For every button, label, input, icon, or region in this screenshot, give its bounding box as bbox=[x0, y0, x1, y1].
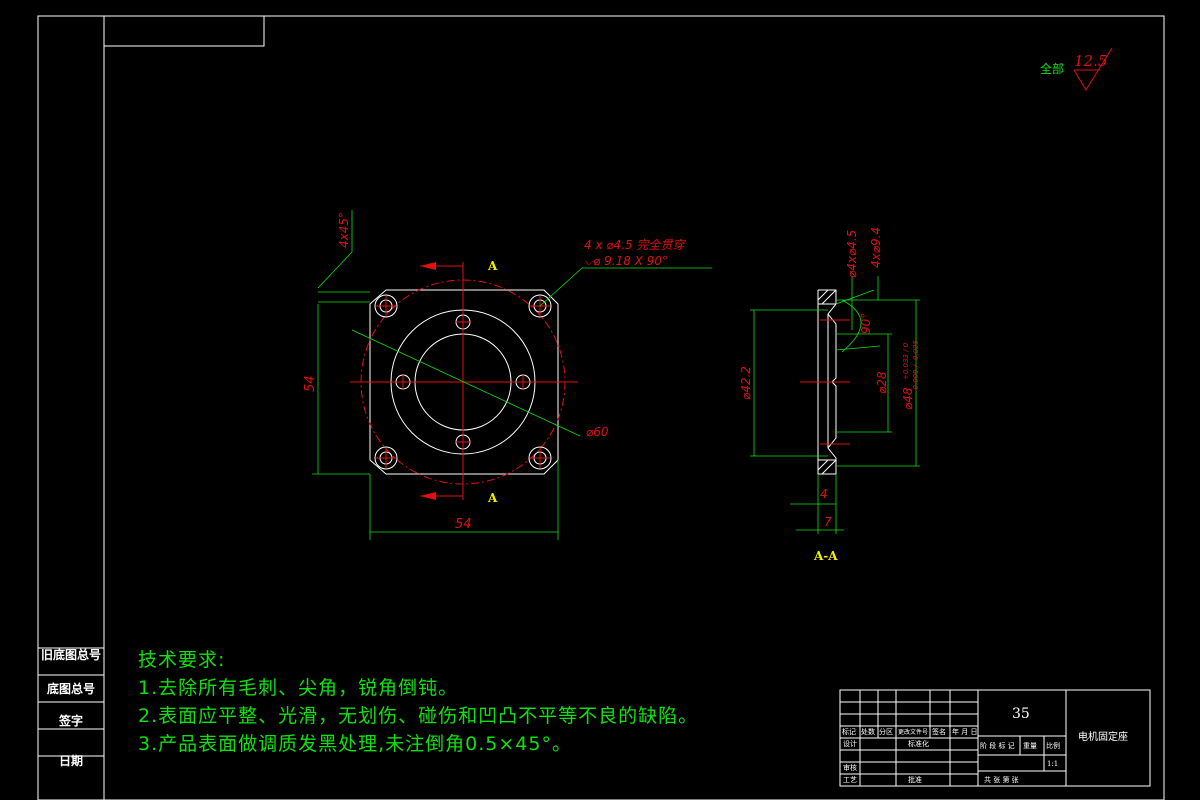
section-marker-bottom: A bbox=[487, 491, 498, 505]
tb-scale-value: 1:1 bbox=[1047, 760, 1058, 768]
tb-sign: 签名 bbox=[932, 727, 946, 736]
roughness-symbol: 全部 12.5 bbox=[1040, 47, 1113, 91]
tb-change: 更改文件号 bbox=[898, 728, 928, 736]
section-marker-top: A bbox=[487, 259, 498, 273]
dim-hole-dia: ⌀4x⌀4.5 bbox=[845, 230, 859, 278]
tb-process: 工艺 bbox=[843, 776, 857, 784]
dim-bore-tol: +0.033 / 0 bbox=[902, 342, 910, 380]
section-view: ⌀42.2 ⌀4x⌀4.5 4x⌀9.4 90° ⌀28 +0.033 / 0 … bbox=[739, 227, 920, 563]
tb-designer: 设计 bbox=[843, 739, 857, 748]
tech-item-2: 2.表面应平整、光滑，无划伤、碰伤和凹凸不平等不良的缺陷。 bbox=[138, 705, 699, 727]
dim-cbore-dia: 4x⌀9.4 bbox=[869, 227, 883, 268]
front-view: A A 4 x ⌀4.5 完全贯穿 ⌵⌀ 9.18 X 90° 4x45° 54… bbox=[303, 210, 712, 540]
dim-chamfer: 4x45° bbox=[337, 212, 351, 248]
tb-sheets: 共 张 第 张 bbox=[984, 775, 1019, 784]
tb-checker: 审核 bbox=[843, 763, 857, 772]
hole-callout-1: 4 x ⌀4.5 完全贯穿 bbox=[584, 238, 686, 252]
tech-requirements: 技术要求: 1.去除所有毛刺、尖角，锐角倒钝。 2.表面应平整、光滑，无划伤、碰… bbox=[138, 646, 698, 758]
tb-scale: 比例 bbox=[1046, 741, 1060, 750]
side-label-signature: 签字 bbox=[58, 714, 83, 728]
dim-outer-tol: -0.009 / -0.025 bbox=[912, 340, 920, 392]
dim-thick-total: 7 bbox=[824, 515, 832, 529]
dim-angle: 90° bbox=[859, 313, 873, 334]
title-block: 35 电机固定座 标记 处数 分区 更改文件号 签名 年 月 日 设计 标准化 … bbox=[839, 689, 1151, 787]
side-label-old-drawing-no: 旧底图总号 bbox=[40, 648, 101, 662]
roughness-label: 全部 bbox=[1040, 61, 1064, 76]
dim-width: 54 bbox=[455, 517, 472, 532]
dim-bore: ⌀28 bbox=[875, 371, 889, 394]
tb-count: 处数 bbox=[861, 727, 875, 736]
tb-weight: 重量 bbox=[1023, 742, 1037, 750]
roughness-value: 12.5 bbox=[1074, 52, 1107, 70]
side-label-drawing-no: 底图总号 bbox=[46, 682, 95, 696]
section-label: A-A bbox=[813, 549, 838, 563]
dim-bolt-circle: ⌀60 bbox=[586, 425, 609, 439]
tech-title: 技术要求: bbox=[138, 649, 226, 671]
dim-thick-inner: 4 bbox=[820, 487, 828, 501]
tech-item-3: 3.产品表面做调质发黑处理,未注倒角0.5×45°。 bbox=[138, 733, 572, 755]
hole-callout-2: ⌵⌀ 9.18 X 90° bbox=[584, 254, 668, 268]
part-name: 电机固定座 bbox=[1078, 730, 1128, 743]
material: 35 bbox=[1012, 706, 1030, 722]
tb-stage: 阶 段 标 记 bbox=[980, 741, 1015, 750]
tb-mark: 标记 bbox=[842, 727, 856, 736]
tb-date: 年 月 日 bbox=[952, 727, 977, 736]
tb-std: 标准化 bbox=[908, 739, 929, 748]
dim-section-dia: ⌀42.2 bbox=[739, 366, 753, 400]
side-label-date: 日期 bbox=[58, 754, 83, 768]
tb-approve: 批准 bbox=[908, 775, 922, 784]
tech-item-1: 1.去除所有毛刺、尖角，锐角倒钝。 bbox=[138, 677, 459, 699]
dim-height: 54 bbox=[303, 375, 318, 392]
drawing-number-box bbox=[103, 15, 265, 47]
tb-zone: 分区 bbox=[879, 727, 893, 736]
